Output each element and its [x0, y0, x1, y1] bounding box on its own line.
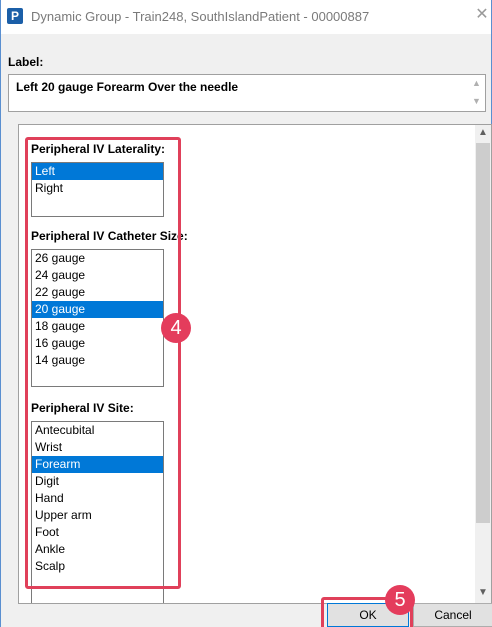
vertical-scrollbar[interactable]: ▲ ▼	[475, 125, 491, 603]
window-title: Dynamic Group - Train248, SouthIslandPat…	[31, 9, 370, 24]
scroll-up-icon[interactable]: ▲	[472, 78, 481, 88]
cancel-button[interactable]: Cancel	[413, 603, 492, 627]
annotation-highlight-lists	[25, 137, 181, 589]
dynamic-group-dialog: P Dynamic Group - Train248, SouthIslandP…	[0, 0, 492, 627]
annotation-badge-4: 4	[161, 313, 191, 343]
annotation-badge-5: 5	[385, 585, 415, 615]
scroll-down-icon[interactable]: ▼	[472, 96, 481, 106]
title-bar[interactable]: P Dynamic Group - Train248, SouthIslandP…	[1, 0, 491, 34]
close-icon[interactable]: ✕	[475, 7, 489, 23]
label-caption: Label:	[8, 55, 44, 69]
app-p-icon: P	[7, 8, 23, 24]
label-scrollbar[interactable]: ▲ ▼	[469, 75, 485, 111]
scroll-down-icon[interactable]: ▼	[478, 587, 488, 598]
label-input-value: Left 20 gauge Forearm Over the needle	[16, 80, 239, 94]
label-input[interactable]: Left 20 gauge Forearm Over the needle ▲ …	[8, 74, 486, 112]
scrollbar-thumb[interactable]	[476, 143, 490, 523]
scroll-up-icon[interactable]: ▲	[478, 127, 488, 138]
